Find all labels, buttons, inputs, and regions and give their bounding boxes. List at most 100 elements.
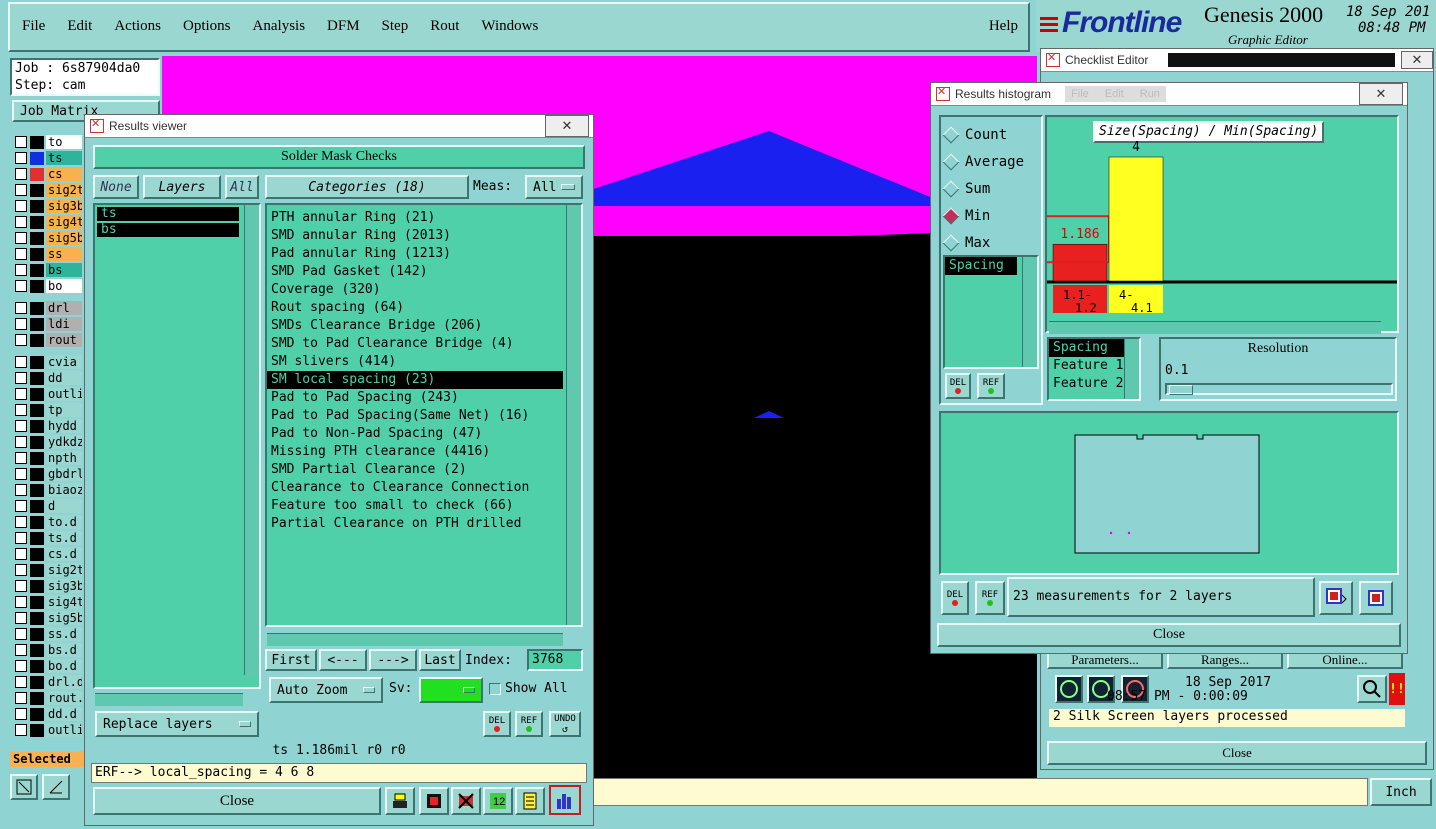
checklist-zoom-button[interactable] <box>1357 675 1387 703</box>
rv-last-button[interactable]: Last <box>419 649 461 671</box>
hist-mode-average[interactable]: Average <box>941 148 1041 175</box>
menu-edit[interactable]: Edit <box>67 18 92 35</box>
rv-histogram-button[interactable] <box>549 785 581 815</box>
layer-checkbox[interactable] <box>15 644 27 656</box>
layer-row[interactable]: bs <box>10 262 84 278</box>
rv-ref-button[interactable]: REF <box>515 711 543 737</box>
rv-category-item[interactable]: Rout spacing (64) <box>267 299 563 317</box>
layer-row[interactable]: dd <box>10 370 84 386</box>
layer-checkbox[interactable] <box>15 302 27 314</box>
layer-row[interactable]: sig3b <box>10 198 84 214</box>
hist-close-button[interactable]: Close <box>937 623 1401 647</box>
layer-row[interactable]: cs.d <box>10 546 84 562</box>
rv-category-item[interactable]: PTH annular Ring (21) <box>267 209 563 227</box>
layer-row[interactable]: cs <box>10 166 84 182</box>
hist-measure-vscroll[interactable] <box>1022 257 1037 367</box>
checklist-close-icon[interactable]: ✕ <box>1401 51 1433 69</box>
layer-row[interactable]: ts <box>10 150 84 166</box>
layer-row[interactable]: hydd <box>10 418 84 434</box>
hist-measure-item[interactable]: Spacing <box>945 257 1017 275</box>
rv-category-item[interactable]: SMDs Clearance Bridge (206) <box>267 317 563 335</box>
layer-row[interactable]: bo <box>10 278 84 294</box>
layer-checkbox[interactable] <box>15 612 27 624</box>
layer-checkbox[interactable] <box>15 318 27 330</box>
rv-sv-select[interactable] <box>419 677 483 703</box>
menu-dfm[interactable]: DFM <box>327 18 360 35</box>
layer-row[interactable]: cvia <box>10 354 84 370</box>
rv-category-hscroll[interactable] <box>267 633 563 646</box>
layer-row[interactable]: outli <box>10 722 84 738</box>
rv-tool-icon-5[interactable] <box>515 787 545 815</box>
layer-row[interactable]: sig2t <box>10 182 84 198</box>
layer-row[interactable]: dd.d <box>10 706 84 722</box>
hist-feature-item[interactable]: Spacing <box>1049 339 1129 357</box>
hist-mode-sum[interactable]: Sum <box>941 175 1041 202</box>
rv-category-item[interactable]: Feature too small to check (66) <box>267 497 563 515</box>
menu-options[interactable]: Options <box>183 18 231 35</box>
rv-del-button[interactable]: DEL <box>483 711 511 737</box>
hist-ref-button[interactable]: REF <box>975 581 1005 615</box>
rv-tool-icon-1[interactable] <box>385 787 415 815</box>
layer-checkbox[interactable] <box>15 516 27 528</box>
layer-checkbox[interactable] <box>15 232 27 244</box>
layer-checkbox[interactable] <box>15 596 27 608</box>
layer-checkbox[interactable] <box>15 564 27 576</box>
layer-checkbox[interactable] <box>15 420 27 432</box>
menu-actions[interactable]: Actions <box>114 18 161 35</box>
hist-del-button[interactable]: DEL <box>941 581 969 615</box>
layer-checkbox[interactable] <box>15 676 27 688</box>
layer-row[interactable]: drl.d <box>10 674 84 690</box>
rv-layer-item[interactable]: ts <box>97 207 239 221</box>
hist-mode-del-button[interactable]: DEL <box>945 373 971 399</box>
units-button[interactable]: Inch <box>1370 778 1432 806</box>
rv-category-item[interactable]: SM local spacing (23) <box>267 371 563 389</box>
layer-checkbox[interactable] <box>15 152 27 164</box>
hist-mode-count[interactable]: Count <box>941 121 1041 148</box>
rv-prev-button[interactable]: <--- <box>319 649 367 671</box>
rv-undo-button[interactable]: UNDO ↺ <box>549 711 581 737</box>
rv-none-button[interactable]: None <box>93 175 139 199</box>
layer-row[interactable]: tp <box>10 402 84 418</box>
hist-resolution-slider[interactable] <box>1165 383 1393 395</box>
layer-row[interactable]: bs.d <box>10 642 84 658</box>
rv-next-button[interactable]: ---> <box>369 649 417 671</box>
rv-category-item[interactable]: SMD Partial Clearance (2) <box>267 461 563 479</box>
hist-mode-max[interactable]: Max <box>941 229 1041 256</box>
layer-row[interactable]: ldi <box>10 316 84 332</box>
rv-category-item[interactable]: Partial Clearance on PTH drilled <box>267 515 563 533</box>
layer-checkbox[interactable] <box>15 628 27 640</box>
rv-layer-hscroll[interactable] <box>95 693 243 706</box>
layer-checkbox[interactable] <box>15 484 27 496</box>
rv-tool-icon-2[interactable] <box>419 787 449 815</box>
rv-replace-layers-select[interactable]: Replace layers <box>95 711 259 737</box>
rv-category-item[interactable]: Pad to Pad Spacing (243) <box>267 389 563 407</box>
layer-row[interactable]: drl <box>10 300 84 316</box>
rv-category-item[interactable]: SM slivers (414) <box>267 353 563 371</box>
rv-first-button[interactable]: First <box>265 649 317 671</box>
menu-analysis[interactable]: Analysis <box>253 18 306 35</box>
layer-row[interactable]: biaoz <box>10 482 84 498</box>
layer-checkbox[interactable] <box>15 532 27 544</box>
layer-checkbox[interactable] <box>15 708 27 720</box>
rv-autozoom-select[interactable]: Auto Zoom <box>269 677 383 703</box>
layer-row[interactable]: sig5b <box>10 230 84 246</box>
layer-row[interactable]: ss <box>10 246 84 262</box>
rv-category-item[interactable]: SMD Pad Gasket (142) <box>267 263 563 281</box>
hist-mode-ref-button[interactable]: REF <box>977 373 1005 399</box>
rv-category-item[interactable]: Missing PTH clearance (4416) <box>267 443 563 461</box>
rv-category-item[interactable]: Pad to Pad Spacing(Same Net) (16) <box>267 407 563 425</box>
layer-checkbox[interactable] <box>15 388 27 400</box>
layer-checkbox[interactable] <box>15 724 27 736</box>
menu-file[interactable]: File <box>22 18 45 35</box>
results-viewer-close-icon[interactable]: ✕ <box>545 115 589 137</box>
hist-feature-item[interactable]: Feature 2 <box>1049 375 1129 393</box>
layer-checkbox[interactable] <box>15 500 27 512</box>
layer-row[interactable]: to <box>10 134 84 150</box>
rv-close-button[interactable]: Close <box>93 787 381 815</box>
rv-index-input[interactable]: 3768 <box>527 649 583 671</box>
layer-row[interactable]: sig2t <box>10 562 84 578</box>
slider-thumb[interactable] <box>1169 385 1193 395</box>
layer-row[interactable]: npth <box>10 450 84 466</box>
rv-tool-icon-4[interactable]: 12 <box>483 787 513 815</box>
measure-button[interactable] <box>42 774 70 800</box>
